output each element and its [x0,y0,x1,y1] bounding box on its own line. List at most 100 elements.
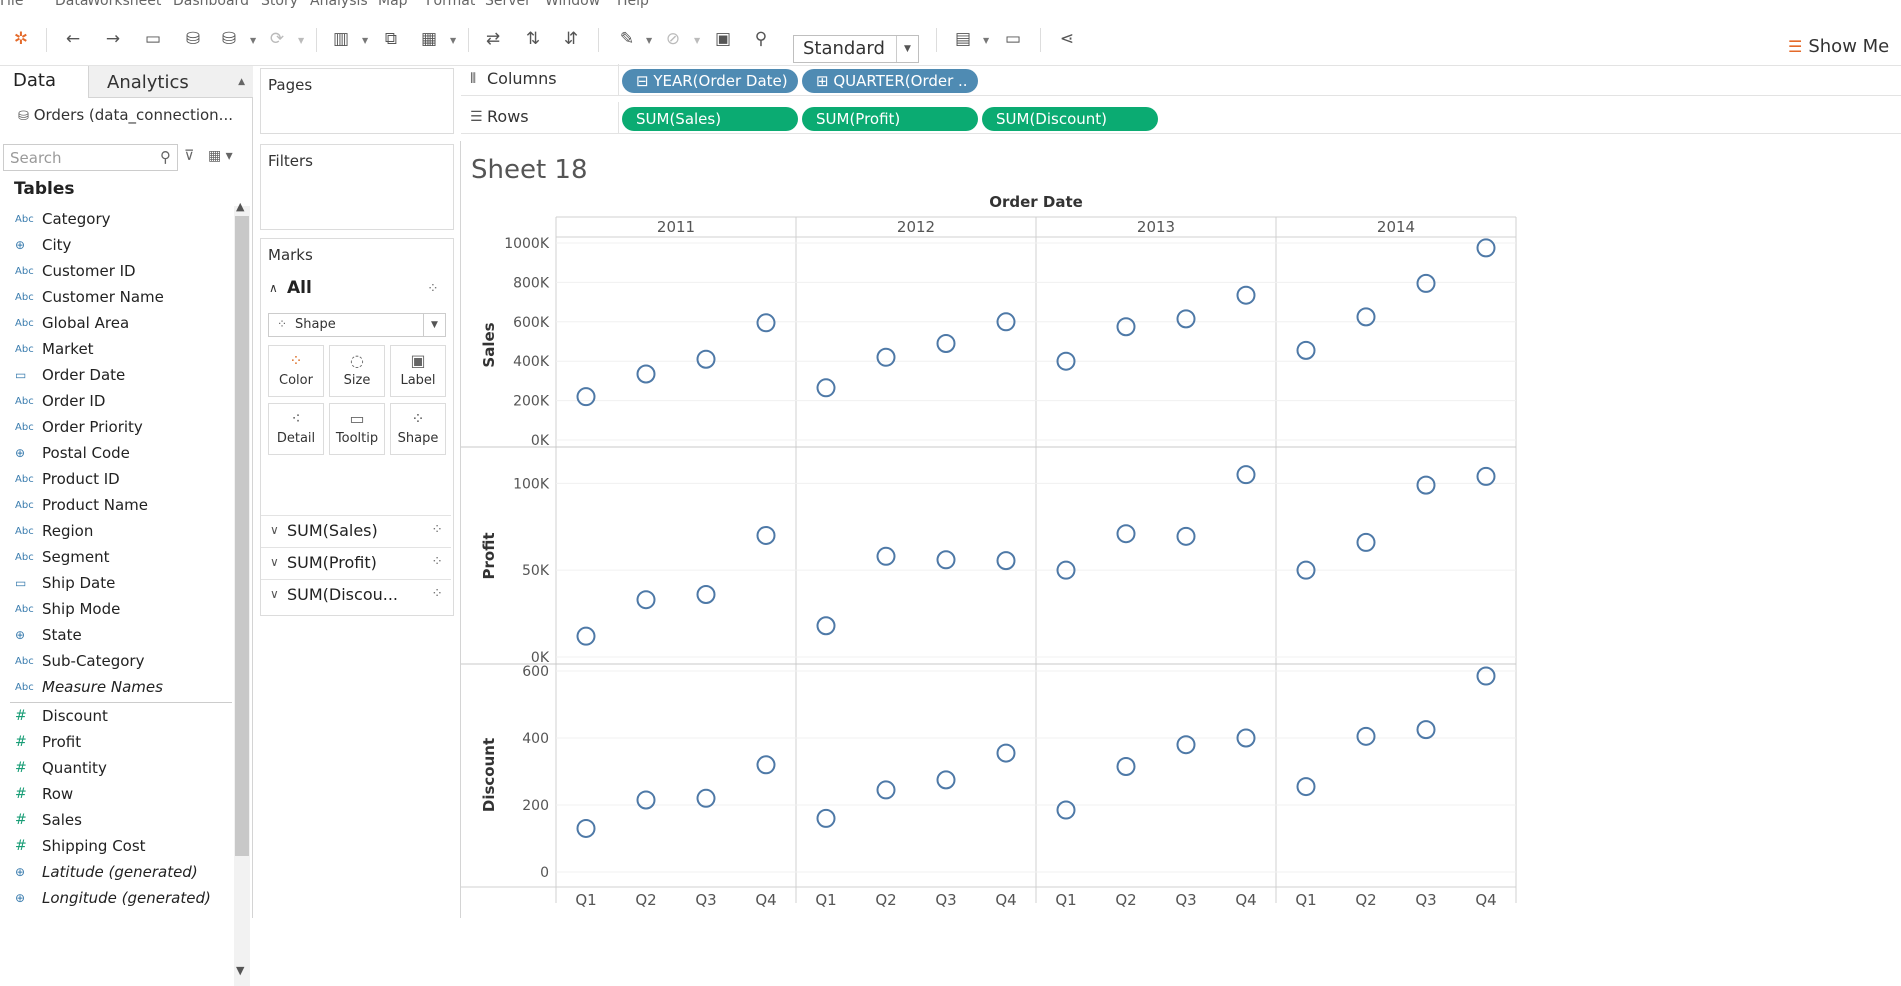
pages-card[interactable]: Pages [260,68,454,134]
redo-icon[interactable]: → [100,26,126,52]
field-item[interactable]: # Shipping Cost [0,833,232,859]
scroll-up-icon[interactable]: ▲ [236,200,244,213]
field-item[interactable]: ⊕ Latitude (generated) [0,859,232,885]
menu-item-analysis[interactable]: Analysis [310,0,368,9]
field-item[interactable]: Abc Sub-Category [0,648,232,674]
field-item[interactable]: Abc Segment [0,544,232,570]
filter-icon[interactable]: ⊽ [184,148,194,164]
field-item[interactable]: ⊕ Longitude (generated) [0,885,232,911]
menu-item-worksheet[interactable]: Worksheet [87,0,161,9]
undo-icon[interactable]: ← [60,26,86,52]
marks-row-sales[interactable]: ∨ SUM(Sales) ⁘ [261,515,451,547]
field-item[interactable]: Abc Measure Names [0,674,232,700]
size-button[interactable]: ◌ Size [329,345,385,397]
fit-dropdown[interactable]: ▼ [983,36,989,45]
refresh-icon[interactable]: ⟳ [264,26,290,52]
field-item[interactable]: # Row [0,781,232,807]
marks-row-profit[interactable]: ∨ SUM(Profit) ⁘ [261,547,451,579]
shape-button[interactable]: ⁘ Shape [390,403,446,455]
save-icon[interactable]: ▭ [140,26,166,52]
presentation-icon[interactable]: ▭ [1000,26,1026,52]
field-item[interactable]: # Quantity [0,755,232,781]
field-item[interactable]: ▭ Order Date [0,362,232,388]
marks-row-discount[interactable]: ∨ SUM(Discou... ⁘ [261,579,451,611]
menu-item-format[interactable]: Format [426,0,475,9]
field-item[interactable]: ⊕ State [0,622,232,648]
label-button[interactable]: ▣ Label [390,345,446,397]
color-button[interactable]: ⁘ Color [268,345,324,397]
tab-analytics[interactable]: Analytics ▲ [88,66,253,98]
search-input[interactable]: Search ⚲ [3,144,178,171]
scroll-down-icon[interactable]: ▼ [236,964,244,977]
menu-item-window[interactable]: Window [545,0,600,9]
field-item[interactable]: Abc Product Name [0,492,232,518]
field-item[interactable]: Abc Category [0,206,232,232]
field-item[interactable]: Abc Global Area [0,310,232,336]
datasource-connection[interactable]: ⛁ Orders (data_connection... [18,106,233,124]
field-item[interactable]: Abc Customer ID [0,258,232,284]
sort-descending-icon[interactable]: ⇵ [558,26,584,52]
label-icon[interactable]: ▣ [710,26,736,52]
group-dropdown[interactable]: ▼ [694,36,700,45]
field-item[interactable]: # Sales [0,807,232,833]
field-item[interactable]: # Profit [0,729,232,755]
view-size-select[interactable]: Standard ▼ [793,35,919,63]
menu-item-map[interactable]: Map [378,0,408,9]
new-datasource-icon[interactable]: ⛁ [180,26,206,52]
pause-update-icon[interactable]: ⛁ [216,26,242,52]
string-type-icon: Abc [15,265,34,277]
field-item[interactable]: Abc Market [0,336,232,362]
show-me-label: Show Me [1808,36,1890,57]
share-icon[interactable]: ⋖ [1054,26,1080,52]
menu-item-story[interactable]: Story [261,0,298,9]
field-item[interactable]: ▭ Ship Date [0,570,232,596]
new-worksheet-dropdown[interactable]: ▼ [362,36,368,45]
field-item[interactable]: Abc Customer Name [0,284,232,310]
scrollbar-thumb[interactable] [235,216,249,856]
sort-ascending-icon[interactable]: ⇅ [520,26,546,52]
menu-item-help[interactable]: Help [617,0,649,9]
pill-sum-profit[interactable]: SUM(Profit) [802,107,978,131]
collapse-icon[interactable]: ∧ [269,281,278,295]
field-item[interactable]: Abc Order ID [0,388,232,414]
field-item[interactable]: Abc Product ID [0,466,232,492]
tab-data[interactable]: Data [0,66,88,98]
tableau-logo-icon[interactable]: ✲ [8,26,34,52]
columns-shelf[interactable]: ⦀ Columns ⊟ YEAR(Order Date) ⊞ QUARTER(O… [461,64,1901,96]
pause-update-dropdown[interactable]: ▼ [250,36,256,45]
field-list-scrollbar[interactable]: ▲ ▼ [234,200,250,986]
pill-year-order-date[interactable]: ⊟ YEAR(Order Date) [622,69,798,93]
show-me-button[interactable]: ☰ Show Me [1788,36,1889,57]
mark-type-select[interactable]: ⁘ Shape ▼ [268,313,446,337]
menu-item-file[interactable]: File [0,0,23,9]
field-item[interactable]: Abc Order Priority [0,414,232,440]
pin-icon[interactable]: ⚲ [748,26,774,52]
field-item[interactable]: ⊕ City [0,232,232,258]
clear-sheet-icon[interactable]: ▦ [416,26,442,52]
field-item[interactable]: Abc Region [0,518,232,544]
group-icon[interactable]: ⊘ [660,26,686,52]
swap-icon[interactable]: ⇄ [480,26,506,52]
view-options-icon[interactable]: ▦ ▾ [208,148,233,164]
field-item[interactable]: # Discount [0,703,232,729]
new-worksheet-icon[interactable]: ▥ [328,26,354,52]
highlight-icon[interactable]: ✎ [614,26,640,52]
pill-quarter-order-date[interactable]: ⊞ QUARTER(Order .. [802,69,978,93]
field-item[interactable]: ⊕ Postal Code [0,440,232,466]
menu-item-dashboard[interactable]: Dashboard [173,0,249,9]
duplicate-sheet-icon[interactable]: ⧉ [378,26,404,52]
refresh-dropdown[interactable]: ▼ [298,36,304,45]
menu-item-data[interactable]: Data [55,0,88,9]
pill-sum-sales[interactable]: SUM(Sales) [622,107,798,131]
menu-item-server[interactable]: Server [485,0,531,9]
rows-shelf[interactable]: ☰ Rows SUM(Sales) SUM(Profit) SUM(Discou… [461,102,1901,134]
tooltip-button[interactable]: ▭ Tooltip [329,403,385,455]
fit-icon[interactable]: ▤ [950,26,976,52]
filters-card[interactable]: Filters [260,144,454,230]
highlight-dropdown[interactable]: ▼ [646,36,652,45]
clear-sheet-dropdown[interactable]: ▼ [450,36,456,45]
field-item[interactable]: Abc Ship Mode [0,596,232,622]
detail-button[interactable]: ⁖ Detail [268,403,324,455]
scatter-chart[interactable]: Order Date 2011 2012 2013 2014 Sales 0K 200K 400… [461,195,1561,918]
pill-sum-discount[interactable]: SUM(Discount) [982,107,1158,131]
